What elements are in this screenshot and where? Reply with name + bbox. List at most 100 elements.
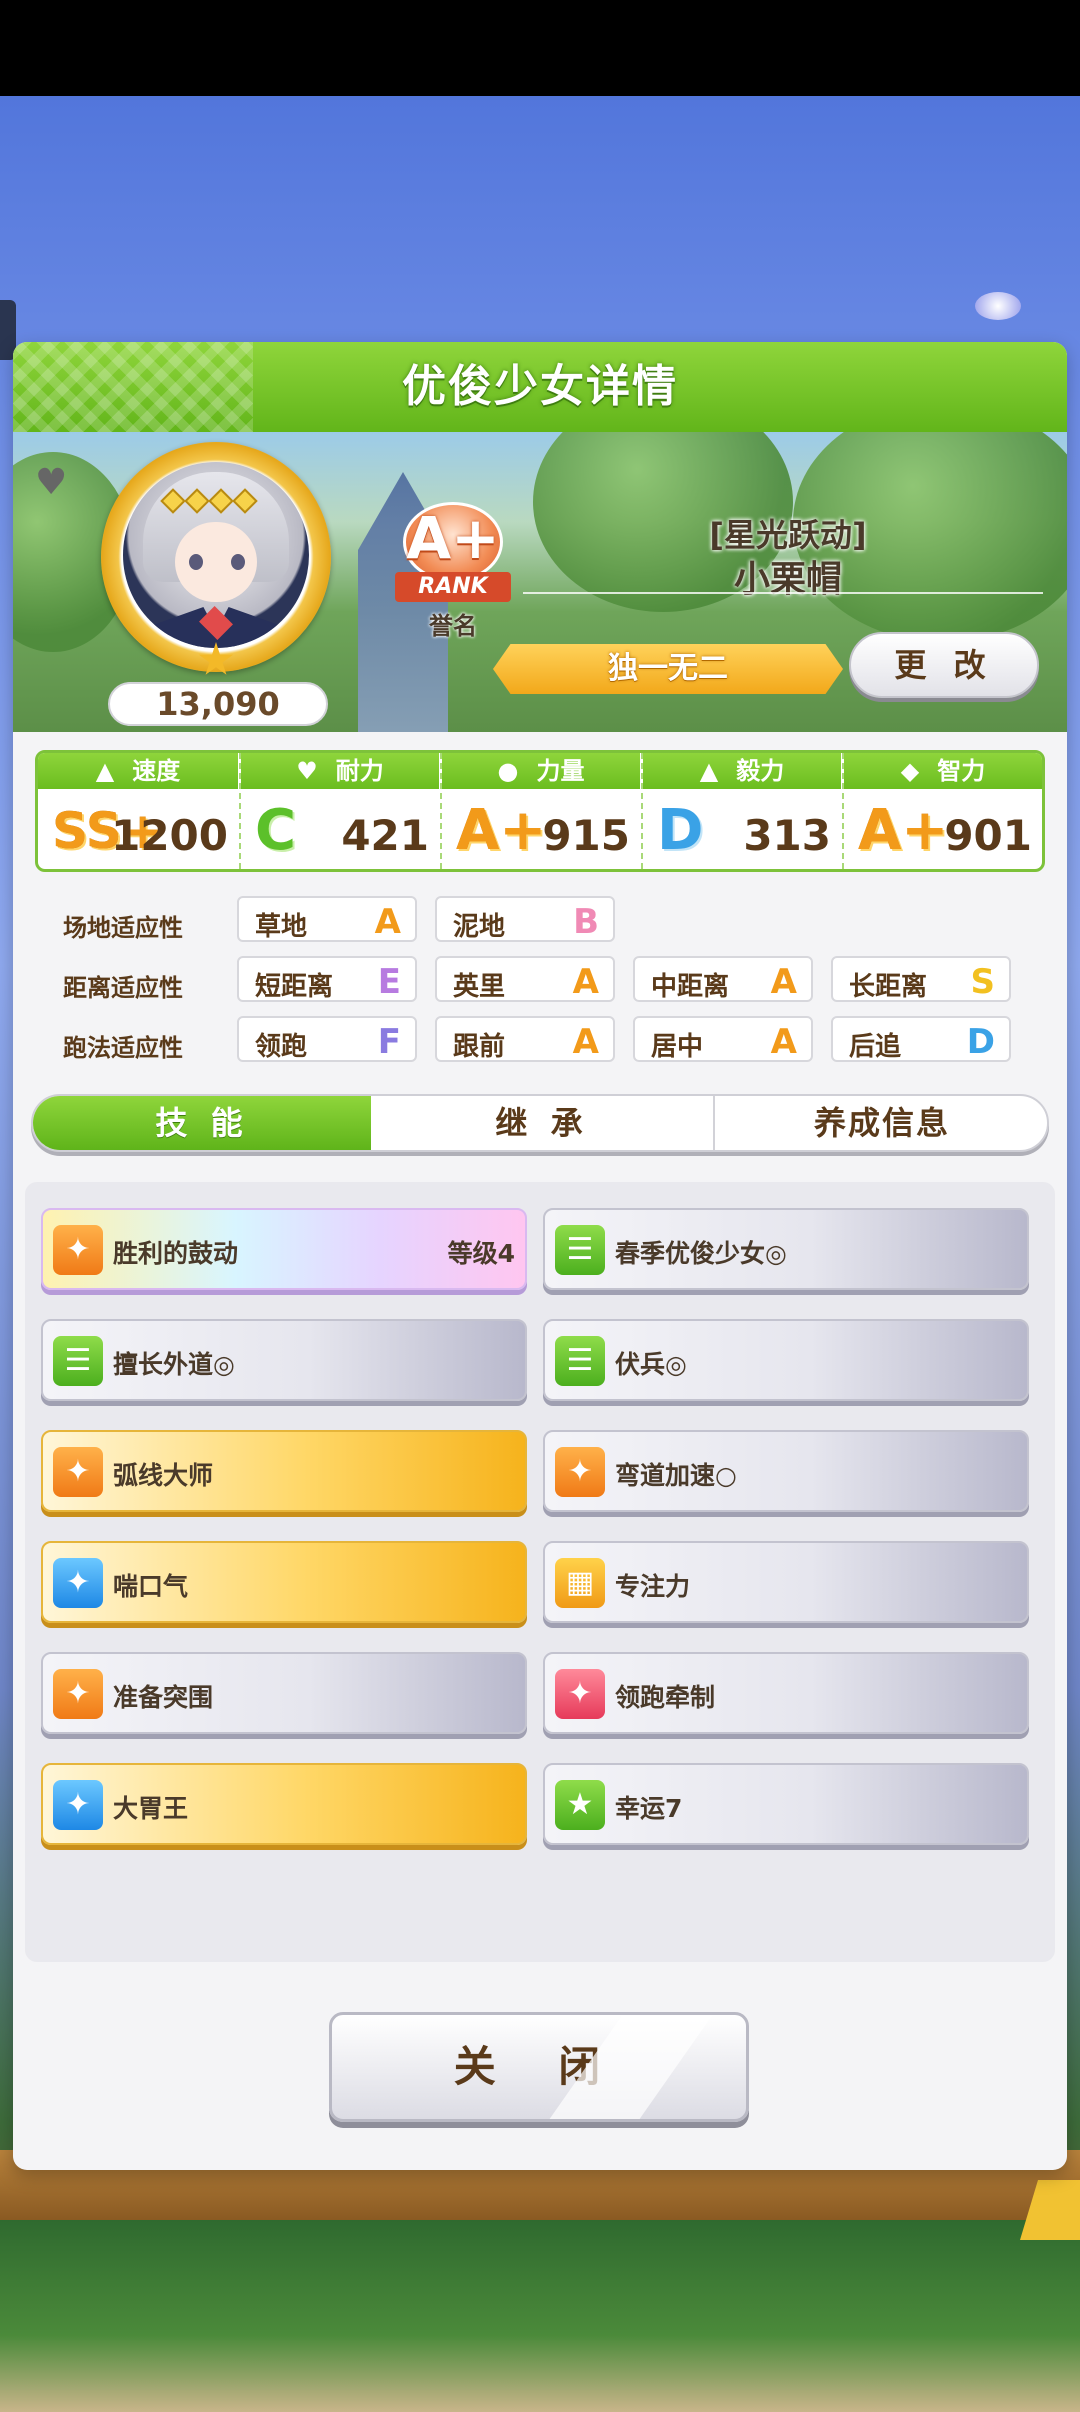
stat-value: 915	[542, 811, 630, 860]
aptitude-cell: 泥地 B	[435, 896, 615, 942]
running-horse-icon: ✦	[555, 1447, 605, 1497]
aptitude-distance-row: 距离适应性 短距离 E 英里 A 中距离 A 长距离 S	[13, 956, 1067, 1006]
close-button[interactable]: 关 闭	[329, 2012, 749, 2122]
stat-value: 313	[743, 811, 831, 860]
change-title-button[interactable]: 更 改	[849, 632, 1039, 698]
aptitude-grade: S	[970, 962, 996, 1002]
aptitude-name: 英里	[453, 972, 506, 1002]
aptitude-name: 跟前	[453, 1032, 506, 1062]
aptitude-cell: 英里 A	[435, 956, 615, 1002]
skill-name: 弯道加速○	[615, 1461, 737, 1490]
graduation-cap-icon: ◆	[900, 757, 920, 785]
character-banner: ♥ 13,090 A+ RANK 誉名 [星光跃动] 小栗帽 独一无二 更 改	[13, 432, 1067, 732]
skill-name: 胜利的鼓动	[113, 1239, 239, 1268]
skill-name: 幸运7	[615, 1794, 683, 1823]
aptitude-cell: 短距离 E	[237, 956, 417, 1002]
card-icon: ☰	[555, 1225, 605, 1275]
stat-stamina: ♥ 耐力 C 421	[239, 753, 439, 869]
skill-card[interactable]: ✦ 领跑牵制	[543, 1652, 1029, 1734]
shoe-icon: ▲	[95, 757, 115, 785]
sparkle-decoration	[975, 292, 1021, 320]
tab-training-info[interactable]: 养成信息	[715, 1096, 1047, 1150]
aptitude-grade: A	[770, 1022, 797, 1062]
aptitude-cell: 后追 D	[831, 1016, 1011, 1062]
stat-speed: ▲ 速度 SS+ 1200	[38, 753, 238, 869]
sparkle-icon: ✦	[53, 1780, 103, 1830]
aptitude-cell: 居中 A	[633, 1016, 813, 1062]
skill-card[interactable]: ☰ 擅长外道◎	[41, 1319, 527, 1401]
aptitude-label: 场地适应性	[63, 914, 183, 942]
aptitude-name: 领跑	[255, 1032, 308, 1062]
skill-card[interactable]: ✦ 大胃王	[41, 1763, 527, 1845]
carrot-icon: ♥	[35, 462, 68, 503]
tab-skills[interactable]: 技 能	[33, 1096, 371, 1150]
aptitude-grade: D	[966, 1022, 995, 1062]
skill-card[interactable]: ▦ 专注力	[543, 1541, 1029, 1623]
rank-grade: A+	[406, 504, 500, 572]
skill-name: 弧线大师	[113, 1461, 214, 1490]
stat-label: 速度	[132, 757, 181, 785]
skill-card[interactable]: ✦ 弯道加速○	[543, 1430, 1029, 1512]
skill-card[interactable]: ✦ 弧线大师	[41, 1430, 527, 1512]
character-portrait[interactable]	[123, 462, 309, 648]
skill-name: 准备突围	[113, 1683, 214, 1712]
aptitude-label: 跑法适应性	[63, 1034, 183, 1062]
aptitude-name: 居中	[651, 1032, 704, 1062]
skill-card[interactable]: ☰ 伏兵◎	[543, 1319, 1029, 1401]
card-icon: ☰	[555, 1336, 605, 1386]
stat-grade: D	[657, 798, 704, 863]
aptitude-grade: E	[377, 962, 401, 1002]
stat-label: 智力	[937, 757, 986, 785]
skill-card[interactable]: ☰ 春季优俊少女◎	[543, 1208, 1029, 1290]
aptitude-name: 短距离	[255, 972, 334, 1002]
title-ribbon: 独一无二	[493, 644, 843, 694]
aptitude-grade: A	[374, 902, 401, 942]
aptitude-strategy-row: 跑法适应性 领跑 F 跟前 A 居中 A 后追 D	[13, 1016, 1067, 1066]
sparkle-icon: ✦	[555, 1669, 605, 1719]
stats-panel: ▲ 速度 SS+ 1200 ♥ 耐力 C 421 ● 力量 A+ 915 ▲ 毅力 D	[35, 750, 1045, 872]
skill-name: 喘口气	[113, 1572, 189, 1601]
aptitude-grade: B	[573, 902, 599, 942]
fan-count: 13,090	[108, 682, 328, 726]
stat-guts: ▲ 毅力 D 313	[641, 753, 841, 869]
stat-label: 耐力	[335, 757, 384, 785]
divider	[523, 592, 1043, 594]
skill-card[interactable]: ✦ 胜利的鼓动 等级4	[41, 1208, 527, 1290]
aptitude-cell: 草地 A	[237, 896, 417, 942]
honor-label: 誉名	[429, 612, 477, 640]
lucky-horse-icon: ★	[555, 1780, 605, 1830]
tab-inheritance[interactable]: 继 承	[371, 1096, 713, 1150]
skill-card[interactable]: ✦ 准备突围	[41, 1652, 527, 1734]
stat-power: ● 力量 A+ 915	[440, 753, 640, 869]
aptitude-name: 长距离	[849, 972, 928, 1002]
status-bar	[0, 0, 1080, 96]
dialog-header: 优俊少女详情	[13, 342, 1067, 432]
horse-detail-dialog: 优俊少女详情 ♥ 13,090 A+ RANK 誉名 [星光跃动] 小栗帽 独一…	[13, 342, 1067, 2170]
flame-icon: ▲	[699, 757, 719, 785]
rank-label: RANK	[395, 572, 511, 602]
skill-name: 春季优俊少女◎	[615, 1239, 787, 1268]
stat-grade: C	[255, 798, 297, 863]
card-icon: ☰	[53, 1336, 103, 1386]
skill-level: 等级4	[447, 1239, 515, 1268]
aptitude-name: 草地	[255, 912, 308, 942]
sparkle-icon: ✦	[53, 1558, 103, 1608]
aptitude-grade: A	[770, 962, 797, 1002]
aptitude-grade: F	[377, 1022, 401, 1062]
stat-label: 力量	[536, 757, 585, 785]
skill-name: 领跑牵制	[615, 1683, 716, 1712]
running-horse-icon: ✦	[53, 1669, 103, 1719]
aptitude-grade: A	[572, 962, 599, 1002]
skill-card[interactable]: ✦ 喘口气	[41, 1541, 527, 1623]
running-horse-icon: ✦	[53, 1225, 103, 1275]
heart-icon: ♥	[296, 757, 318, 785]
crown-icon	[160, 488, 271, 518]
detail-tabs: 技 能 继 承 养成信息	[31, 1094, 1049, 1152]
aptitude-cell: 跟前 A	[435, 1016, 615, 1062]
skill-name: 伏兵◎	[615, 1350, 687, 1379]
skill-card[interactable]: ★ 幸运7	[543, 1763, 1029, 1845]
gate-icon: ▦	[555, 1558, 605, 1608]
stat-wisdom: ◆ 智力 A+ 901	[842, 753, 1042, 869]
aptitude-cell: 领跑 F	[237, 1016, 417, 1062]
aptitude-cell: 长距离 S	[831, 956, 1011, 1002]
